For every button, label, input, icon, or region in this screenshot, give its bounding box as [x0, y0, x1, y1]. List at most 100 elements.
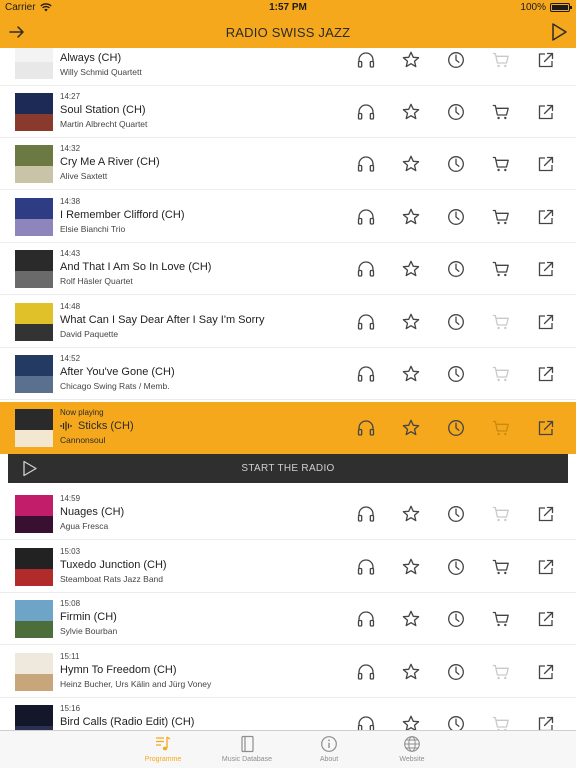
history-button[interactable]	[446, 364, 466, 384]
buy-button[interactable]	[491, 154, 511, 174]
listen-button[interactable]	[356, 557, 376, 577]
favorite-button[interactable]	[401, 714, 421, 730]
listen-button[interactable]	[356, 312, 376, 332]
history-button[interactable]	[446, 312, 466, 332]
share-icon	[538, 559, 554, 575]
buy-button[interactable]	[491, 714, 511, 730]
buy-button[interactable]	[491, 504, 511, 524]
listen-button[interactable]	[356, 418, 376, 438]
track-row[interactable]: 15:16 Bird Calls (Radio Edit) (CH)	[0, 698, 576, 730]
favorite-button[interactable]	[401, 102, 421, 122]
history-button[interactable]	[446, 662, 466, 682]
favorite-button[interactable]	[401, 609, 421, 629]
buy-button[interactable]	[491, 609, 511, 629]
buy-button[interactable]	[491, 207, 511, 227]
star-icon	[402, 419, 420, 436]
buy-button[interactable]	[491, 418, 511, 438]
cart-icon	[492, 52, 509, 68]
buy-button[interactable]	[491, 259, 511, 279]
history-button[interactable]	[446, 50, 466, 70]
history-button[interactable]	[446, 609, 466, 629]
buy-button[interactable]	[491, 102, 511, 122]
share-button[interactable]	[536, 609, 556, 629]
share-button[interactable]	[536, 504, 556, 524]
track-row[interactable]: 14:59 Nuages (CH) Agua Fresca	[0, 488, 576, 540]
listen-button[interactable]	[356, 50, 376, 70]
track-title-text: Tuxedo Junction (CH)	[60, 559, 167, 571]
share-icon	[538, 156, 554, 172]
cart-icon	[492, 420, 509, 436]
favorite-button[interactable]	[401, 259, 421, 279]
track-time: 14:27	[60, 92, 81, 101]
start-radio-bar[interactable]: START THE RADIO	[8, 454, 568, 483]
share-icon	[538, 52, 554, 68]
share-button[interactable]	[536, 557, 556, 577]
track-row[interactable]: 14:43 And That I Am So In Love (CH) Rolf H…	[0, 243, 576, 295]
start-radio-label[interactable]: START THE RADIO	[8, 463, 568, 474]
tab-programme[interactable]: Programme	[128, 735, 198, 763]
history-button[interactable]	[446, 714, 466, 730]
share-button[interactable]	[536, 662, 556, 682]
tab-music-database[interactable]: Music Database	[212, 735, 282, 763]
now-playing-row[interactable]: Now playing Sticks (CH) Cannonsoul	[0, 402, 576, 454]
track-row[interactable]: 14:48 What Can I Say Dear After I Say I'm…	[0, 296, 576, 348]
track-row[interactable]: 14:32 Cry Me A River (CH) Alive Saxtett	[0, 138, 576, 190]
share-button[interactable]	[536, 364, 556, 384]
buy-button[interactable]	[491, 662, 511, 682]
track-row[interactable]: 14:38 I Remember Clifford (CH) Elsie Bianc…	[0, 191, 576, 243]
history-button[interactable]	[446, 259, 466, 279]
battery-icon	[550, 3, 572, 12]
listen-button[interactable]	[356, 102, 376, 122]
share-button[interactable]	[536, 312, 556, 332]
play-icon[interactable]	[550, 22, 568, 42]
favorite-button[interactable]	[401, 50, 421, 70]
listen-button[interactable]	[356, 259, 376, 279]
track-title-text: I Remember Clifford (CH)	[60, 209, 185, 221]
track-title: Bird Calls (Radio Edit) (CH)	[60, 714, 340, 730]
share-button[interactable]	[536, 418, 556, 438]
track-row[interactable]: 14:52 After You've Gone (CH) Chicago Swing…	[0, 348, 576, 400]
share-button[interactable]	[536, 207, 556, 227]
share-button[interactable]	[536, 102, 556, 122]
track-row[interactable]: Always (CH) Willy Schmid Quartett	[0, 48, 576, 86]
tab-about[interactable]: About	[294, 735, 364, 763]
buy-button[interactable]	[491, 312, 511, 332]
history-button[interactable]	[446, 154, 466, 174]
programme-list[interactable]: Always (CH) Willy Schmid Quartett 14:27 Sou…	[0, 48, 576, 730]
favorite-button[interactable]	[401, 154, 421, 174]
listen-button[interactable]	[356, 609, 376, 629]
star-icon	[402, 103, 420, 120]
share-button[interactable]	[536, 714, 556, 730]
track-row[interactable]: 14:27 Soul Station (CH) Martin Albrecht Qu…	[0, 86, 576, 138]
history-button[interactable]	[446, 504, 466, 524]
tab-website[interactable]: Website	[377, 735, 447, 763]
listen-button[interactable]	[356, 364, 376, 384]
favorite-button[interactable]	[401, 312, 421, 332]
favorite-button[interactable]	[401, 207, 421, 227]
listen-button[interactable]	[356, 662, 376, 682]
history-button[interactable]	[446, 557, 466, 577]
favorite-button[interactable]	[401, 557, 421, 577]
track-meta: 14:27 Soul Station (CH) Martin Albrecht Qu…	[60, 92, 340, 130]
favorite-button[interactable]	[401, 364, 421, 384]
history-button[interactable]	[446, 418, 466, 438]
favorite-button[interactable]	[401, 418, 421, 438]
share-button[interactable]	[536, 259, 556, 279]
listen-button[interactable]	[356, 154, 376, 174]
buy-button[interactable]	[491, 50, 511, 70]
listen-button[interactable]	[356, 207, 376, 227]
buy-button[interactable]	[491, 557, 511, 577]
track-row[interactable]: 15:03 Tuxedo Junction (CH) Steamboat Rats …	[0, 541, 576, 593]
share-button[interactable]	[536, 154, 556, 174]
book-icon	[241, 735, 254, 753]
share-button[interactable]	[536, 50, 556, 70]
listen-button[interactable]	[356, 714, 376, 730]
history-button[interactable]	[446, 207, 466, 227]
favorite-button[interactable]	[401, 504, 421, 524]
track-row[interactable]: 15:11 Hymn To Freedom (CH) Heinz Bucher, U…	[0, 646, 576, 698]
favorite-button[interactable]	[401, 662, 421, 682]
history-button[interactable]	[446, 102, 466, 122]
listen-button[interactable]	[356, 504, 376, 524]
buy-button[interactable]	[491, 364, 511, 384]
track-row[interactable]: 15:08 Firmin (CH) Sylvie Bourban	[0, 593, 576, 645]
